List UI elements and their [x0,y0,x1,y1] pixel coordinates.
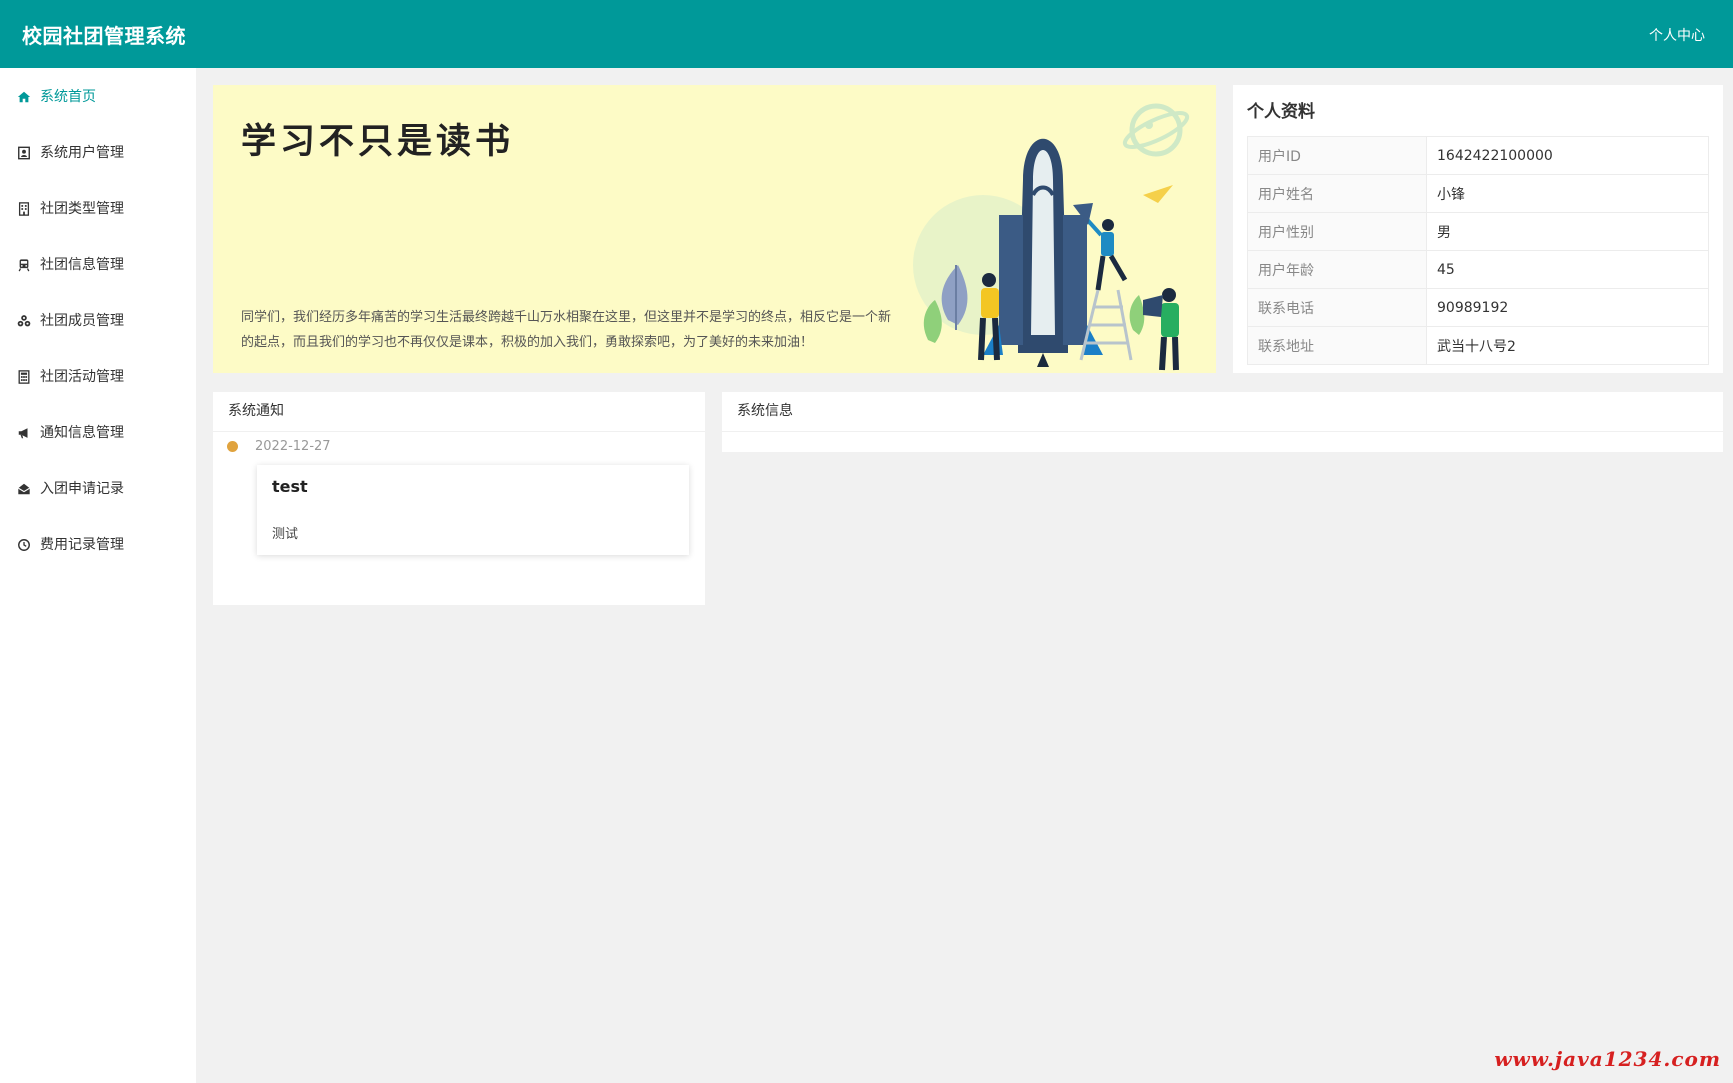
table-row: 用户性别 男 [1247,212,1709,251]
profile-value: 男 [1426,212,1709,251]
calculator-icon [16,369,32,385]
profile-key: 联系地址 [1247,326,1427,365]
profile-key: 用户年龄 [1247,250,1427,289]
system-notice-card: 系统通知 2022-12-27 test 测试 [213,392,705,605]
profile-card: 个人资料 用户ID 1642422100000 用户姓名 小锋 用户性别 男 用… [1233,85,1723,373]
sidebar-item-label: 通知信息管理 [40,425,124,441]
sidebar-item-join-applications[interactable]: 入团申请记录 [16,477,124,501]
sidebar-item-label: 社团成员管理 [40,313,124,329]
table-row: 用户年龄 45 [1247,250,1709,289]
notice-card-title: 系统通知 [213,392,705,432]
home-icon [16,89,32,105]
notice-title: test [272,477,308,496]
rocket-illustration [913,103,1190,371]
notice-content: 测试 [272,527,299,542]
sidebar-item-label: 系统用户管理 [40,145,124,161]
user-center-link[interactable]: 个人中心 [1649,25,1705,45]
system-info-card: 系统信息 [722,392,1723,452]
profile-table: 用户ID 1642422100000 用户姓名 小锋 用户性别 男 用户年龄 4… [1247,136,1709,365]
profile-title: 个人资料 [1247,102,1315,122]
table-row: 联系电话 90989192 [1247,288,1709,327]
sidebar-item-label: 社团类型管理 [40,201,124,217]
profile-value: 1642422100000 [1426,136,1709,175]
profile-value: 45 [1426,250,1709,289]
sysinfo-card-title: 系统信息 [722,392,1723,432]
building-icon [16,201,32,217]
sidebar-item-club-activities[interactable]: 社团活动管理 [16,365,124,389]
profile-key: 用户ID [1247,136,1427,175]
profile-key: 用户性别 [1247,212,1427,251]
sidebar-item-club-members[interactable]: 社团成员管理 [16,309,124,333]
profile-value: 小锋 [1426,174,1709,213]
megaphone-icon [16,425,32,441]
train-icon [16,257,32,273]
banner-text: 同学们，我们经历多年痛苦的学习生活最终跨越千山万水相聚在这里，但这里并不是学习的… [241,310,892,350]
profile-value: 武当十八号2 [1426,326,1709,365]
sidebar-item-user-management[interactable]: 系统用户管理 [16,141,124,165]
sidebar-item-club-type[interactable]: 社团类型管理 [16,197,124,221]
sidebar-item-label: 入团申请记录 [40,481,124,497]
envelope-open-icon [16,481,32,497]
table-row: 用户姓名 小锋 [1247,174,1709,213]
planet-icon [1122,103,1190,157]
welcome-banner: 学习不只是读书 同学们，我们经历多年痛苦的学习生活最终跨越千山万水相聚在这里，但… [213,85,1216,373]
sidebar-item-label: 系统首页 [40,89,96,105]
sidebar-item-club-info[interactable]: 社团信息管理 [16,253,124,277]
user-card-icon [16,145,32,161]
notice-date: 2022-12-27 [255,439,331,454]
profile-key: 用户姓名 [1247,174,1427,213]
profile-value: 90989192 [1426,288,1709,327]
sidebar-item-home[interactable]: 系统首页 [16,85,96,109]
sidebar: 系统首页 系统用户管理 社团类型管理 社团信息管理 社团成员管理 社团活动管理 [0,68,196,1083]
banner-title: 学习不只是读书 [241,122,515,162]
timeline-dot [227,441,238,452]
sidebar-item-label: 费用记录管理 [40,537,124,553]
sidebar-item-label: 社团信息管理 [40,257,124,273]
app-title: 校园社团管理系统 [22,24,186,48]
sidebar-item-notices[interactable]: 通知信息管理 [16,421,124,445]
watermark: www.java1234.com [1494,1047,1721,1071]
group-icon [16,313,32,329]
profile-key: 联系电话 [1247,288,1427,327]
sidebar-item-fee-records[interactable]: 费用记录管理 [16,533,124,557]
clock-icon [16,537,32,553]
top-header-bar: 校园社团管理系统 个人中心 [0,0,1733,68]
notice-item[interactable]: test 测试 [257,465,689,555]
table-row: 用户ID 1642422100000 [1247,136,1709,175]
table-row: 联系地址 武当十八号2 [1247,326,1709,365]
sidebar-item-label: 社团活动管理 [40,369,124,385]
